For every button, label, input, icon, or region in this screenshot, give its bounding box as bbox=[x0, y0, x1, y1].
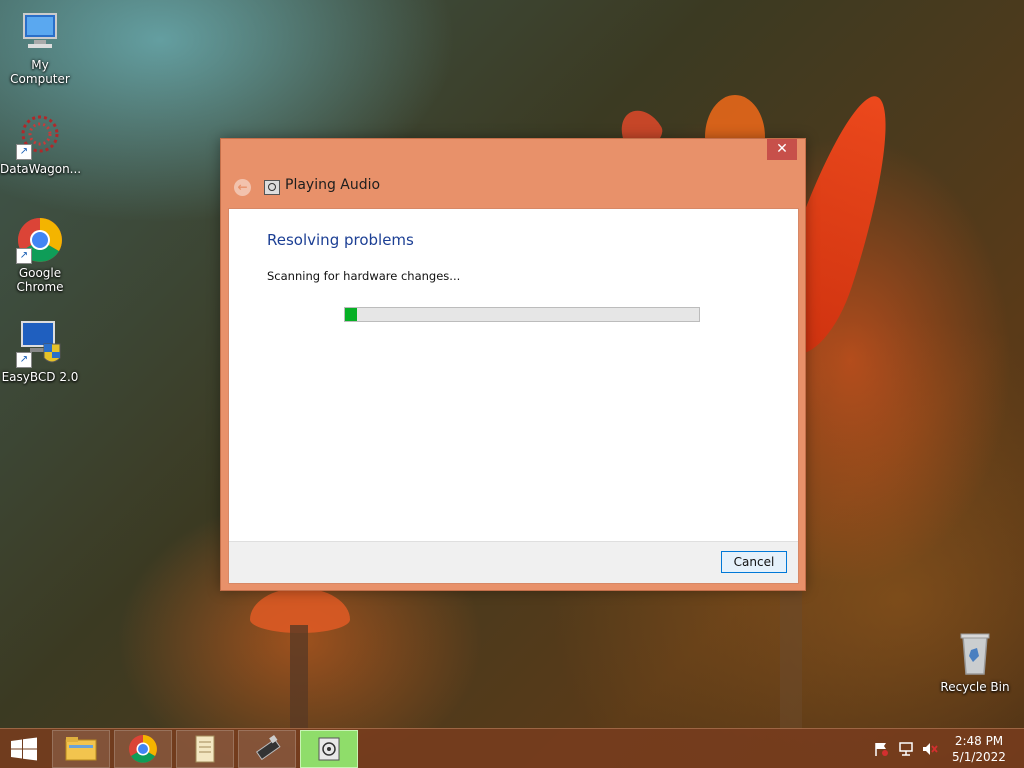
file-explorer-icon bbox=[65, 737, 97, 761]
speaker-muted-icon[interactable] bbox=[922, 742, 938, 756]
network-icon[interactable] bbox=[898, 742, 914, 756]
troubleshooter-icon bbox=[264, 180, 280, 195]
close-button[interactable]: ✕ bbox=[767, 139, 797, 160]
desktop-icon-label: Google Chrome bbox=[16, 266, 64, 294]
page-heading: Resolving problems bbox=[267, 231, 414, 249]
desktop-icon-easybcd[interactable]: ↗ EasyBCD 2.0 bbox=[0, 320, 80, 384]
dialog-content: Resolving problems Scanning for hardware… bbox=[228, 208, 799, 584]
progress-bar bbox=[344, 307, 700, 322]
dialog-title: Playing Audio bbox=[285, 177, 381, 193]
taskbar: 2:48 PM 5/1/2022 bbox=[0, 728, 1024, 768]
chrome-icon bbox=[129, 735, 157, 763]
desktop-icon-label: My Computer bbox=[10, 58, 70, 86]
troubleshooter-icon bbox=[318, 737, 340, 761]
shortcut-arrow-icon: ↗ bbox=[16, 144, 32, 160]
taskbar-notepad[interactable] bbox=[176, 730, 234, 768]
wallpaper-stem bbox=[290, 625, 308, 730]
desktop-icon-label: EasyBCD 2.0 bbox=[1, 370, 79, 384]
status-text: Scanning for hardware changes... bbox=[267, 269, 461, 283]
desktop-icon-label: DataWagon... bbox=[0, 162, 82, 176]
desktop-icon-recycle-bin[interactable]: Recycle Bin bbox=[935, 630, 1015, 694]
action-center-flag-icon[interactable] bbox=[873, 742, 889, 756]
usb-drive-icon bbox=[255, 734, 281, 761]
cancel-button[interactable]: Cancel bbox=[721, 551, 787, 573]
taskbar-chrome[interactable] bbox=[114, 730, 172, 768]
desktop-icon-my-computer[interactable]: My Computer bbox=[0, 8, 80, 86]
troubleshooter-dialog: ✕ ← Playing Audio Resolving problems Sca… bbox=[220, 138, 806, 591]
scroll-notepad-icon bbox=[195, 735, 215, 763]
close-icon: ✕ bbox=[776, 141, 788, 157]
desktop-icon-label: Recycle Bin bbox=[940, 680, 1010, 694]
chrome-icon: ↗ bbox=[16, 216, 64, 264]
progress-fill bbox=[345, 308, 358, 321]
shortcut-arrow-icon: ↗ bbox=[16, 352, 32, 368]
taskbar-troubleshooter[interactable] bbox=[300, 730, 358, 768]
shortcut-arrow-icon: ↗ bbox=[16, 248, 32, 264]
wallpaper-stem bbox=[780, 580, 802, 730]
computer-icon bbox=[16, 8, 64, 56]
desktop-icon-google-chrome[interactable]: ↗ Google Chrome bbox=[0, 216, 80, 294]
taskbar-file-explorer[interactable] bbox=[52, 730, 110, 768]
taskbar-clock[interactable]: 2:48 PM 5/1/2022 bbox=[944, 733, 1014, 765]
taskbar-usb-drive[interactable] bbox=[238, 730, 296, 768]
back-arrow-icon: ← bbox=[237, 180, 248, 194]
desktop-icon-datawagon[interactable]: ↗ DataWagon... bbox=[0, 112, 82, 176]
easybcd-icon: ↗ bbox=[16, 320, 64, 368]
clock-time: 2:48 PM bbox=[954, 734, 1004, 748]
datawagon-icon: ↗ bbox=[16, 112, 64, 160]
clock-date: 5/1/2022 bbox=[952, 750, 1006, 764]
recycle-bin-icon bbox=[951, 630, 999, 678]
dialog-footer: Cancel bbox=[229, 541, 798, 583]
back-button[interactable]: ← bbox=[234, 179, 251, 196]
windows-logo-icon bbox=[11, 737, 37, 761]
desktop: My Computer ↗ DataWagon... ↗ Google Chro… bbox=[0, 0, 1024, 768]
start-button[interactable] bbox=[0, 729, 48, 768]
